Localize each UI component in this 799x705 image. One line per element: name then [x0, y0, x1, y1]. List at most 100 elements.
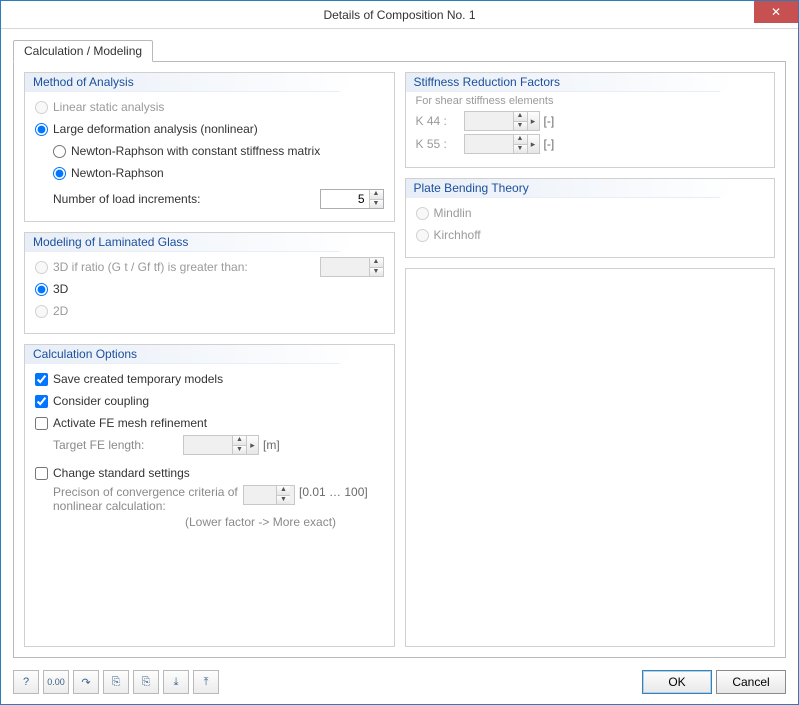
checkbox-label: Save created temporary models — [53, 372, 223, 386]
checkbox-label: Consider coupling — [53, 394, 149, 408]
titlebar: Details of Composition No. 1 ✕ — [1, 1, 798, 29]
spin-down-icon: ▼ — [514, 122, 527, 131]
row-target-fe-length: Target FE length: ▲▼ ▸ [m] — [35, 435, 384, 455]
radio-input — [35, 305, 48, 318]
group-plate-bending: Plate Bending Theory Mindlin Kirchhoff — [405, 178, 776, 258]
unit-label: [m] — [263, 438, 280, 452]
radio-kirchhoff: Kirchhoff — [416, 225, 765, 245]
spin-up-icon: ▲ — [514, 112, 527, 122]
radio-input — [416, 229, 429, 242]
spin-input[interactable] — [321, 190, 369, 208]
radio-input[interactable] — [53, 145, 66, 158]
spin-input — [465, 135, 513, 153]
radio-input — [416, 207, 429, 220]
radio-3d[interactable]: 3D — [35, 279, 384, 299]
radio-input[interactable] — [53, 167, 66, 180]
spin-up-icon: ▲ — [370, 258, 383, 268]
label-target-fe: Target FE length: — [53, 438, 183, 452]
spin-down-icon: ▼ — [233, 446, 246, 455]
group-title: Calculation Options — [33, 347, 137, 361]
radio-input[interactable] — [35, 283, 48, 296]
spin-up-icon: ▲ — [233, 436, 246, 446]
import-button[interactable]: ⤓ — [163, 670, 189, 694]
copy-button-2[interactable]: ⎘ — [133, 670, 159, 694]
row-k55: K 55 : ▲▼ ▸ [-] — [416, 134, 765, 154]
radio-newton-raphson-const[interactable]: Newton-Raphson with constant stiffness m… — [35, 141, 384, 161]
spin-buttons: ▲▼ — [276, 486, 290, 504]
units-button[interactable]: 0.00 — [43, 670, 69, 694]
row-load-increments: Number of load increments: ▲▼ — [35, 189, 384, 209]
group-title: Stiffness Reduction Factors — [414, 75, 561, 89]
radio-label: Mindlin — [434, 206, 472, 220]
spin-load-increments[interactable]: ▲▼ — [320, 189, 384, 209]
checkbox-label: Activate FE mesh refinement — [53, 416, 207, 430]
label-load-increments: Number of load increments: — [35, 192, 320, 206]
spin-extra-icon: ▸ — [527, 135, 539, 153]
spin-buttons: ▲▼ — [369, 258, 383, 276]
footer: ? 0.00 ↷ ⎘ ⎘ ⤓ ⤒ OK Cancel — [1, 664, 798, 704]
checkbox-label: Change standard settings — [53, 466, 190, 480]
precision-hint: (Lower factor -> More exact) — [185, 515, 384, 529]
right-column: Stiffness Reduction Factors For shear st… — [405, 72, 776, 647]
radio-2d: 2D — [35, 301, 384, 321]
cancel-button[interactable]: Cancel — [716, 670, 786, 694]
copy-button-1[interactable]: ⎘ — [103, 670, 129, 694]
spin-k44: ▲▼ ▸ — [464, 111, 540, 131]
label-k44: K 44 : — [416, 114, 464, 128]
radio-input[interactable] — [35, 123, 48, 136]
radio-linear-static: Linear static analysis — [35, 97, 384, 117]
label-k55: K 55 : — [416, 137, 464, 151]
spin-down-icon: ▼ — [370, 268, 383, 277]
window-title: Details of Composition No. 1 — [1, 8, 798, 22]
row-precision: Precison of convergence criteria of nonl… — [35, 485, 384, 513]
group-title: Method of Analysis — [33, 75, 134, 89]
check-activate-fe-refinement[interactable]: Activate FE mesh refinement — [35, 413, 384, 433]
radio-3d-if-ratio: 3D if ratio (G t / Gf tf) is greater tha… — [35, 257, 384, 277]
checkbox-input[interactable] — [35, 417, 48, 430]
checkbox-input[interactable] — [35, 373, 48, 386]
radio-label: 3D if ratio (G t / Gf tf) is greater tha… — [53, 260, 320, 274]
close-button[interactable]: ✕ — [754, 1, 798, 23]
export-icon: ⤒ — [204, 676, 209, 689]
radio-label: Large deformation analysis (nonlinear) — [53, 122, 258, 136]
radio-label: 2D — [53, 304, 68, 318]
help-button[interactable]: ? — [13, 670, 39, 694]
check-consider-coupling[interactable]: Consider coupling — [35, 391, 384, 411]
radio-input — [35, 261, 48, 274]
check-save-temp-models[interactable]: Save created temporary models — [35, 369, 384, 389]
unit-label: [-] — [544, 114, 555, 128]
group-calculation-options: Calculation Options Save created tempora… — [24, 344, 395, 647]
radio-newton-raphson[interactable]: Newton-Raphson — [35, 163, 384, 183]
tabstrip: Calculation / Modeling — [13, 39, 786, 61]
spin-buttons: ▲▼ — [513, 112, 527, 130]
radio-large-deformation[interactable]: Large deformation analysis (nonlinear) — [35, 119, 384, 139]
spin-down-icon[interactable]: ▼ — [370, 200, 383, 209]
checkbox-input[interactable] — [35, 467, 48, 480]
spin-up-icon[interactable]: ▲ — [370, 190, 383, 200]
tab-body: Method of Analysis Linear static analysi… — [13, 61, 786, 658]
spin-input — [184, 436, 232, 454]
content-area: Calculation / Modeling Method of Analysi… — [1, 29, 798, 664]
radio-label: Kirchhoff — [434, 228, 481, 242]
restore-button[interactable]: ↷ — [73, 670, 99, 694]
ok-button[interactable]: OK — [642, 670, 712, 694]
unit-label: [-] — [544, 137, 555, 151]
spin-down-icon: ▼ — [277, 496, 290, 505]
radio-input — [35, 101, 48, 114]
label-precision: Precison of convergence criteria of nonl… — [53, 485, 243, 513]
checkbox-input[interactable] — [35, 395, 48, 408]
spin-buttons[interactable]: ▲▼ — [369, 190, 383, 208]
group-title: Plate Bending Theory — [414, 181, 529, 195]
spin-up-icon: ▲ — [277, 486, 290, 496]
curve-icon: ↷ — [81, 676, 90, 689]
check-change-std-settings[interactable]: Change standard settings — [35, 463, 384, 483]
digits-icon: 0.00 — [47, 677, 65, 687]
spin-input — [244, 486, 276, 504]
preview-panel — [405, 268, 776, 647]
export-button[interactable]: ⤒ — [193, 670, 219, 694]
spin-down-icon: ▼ — [514, 145, 527, 154]
tab-calculation-modeling[interactable]: Calculation / Modeling — [13, 40, 153, 62]
spin-k55: ▲▼ ▸ — [464, 134, 540, 154]
radio-mindlin: Mindlin — [416, 203, 765, 223]
spin-buttons: ▲▼ — [513, 135, 527, 153]
